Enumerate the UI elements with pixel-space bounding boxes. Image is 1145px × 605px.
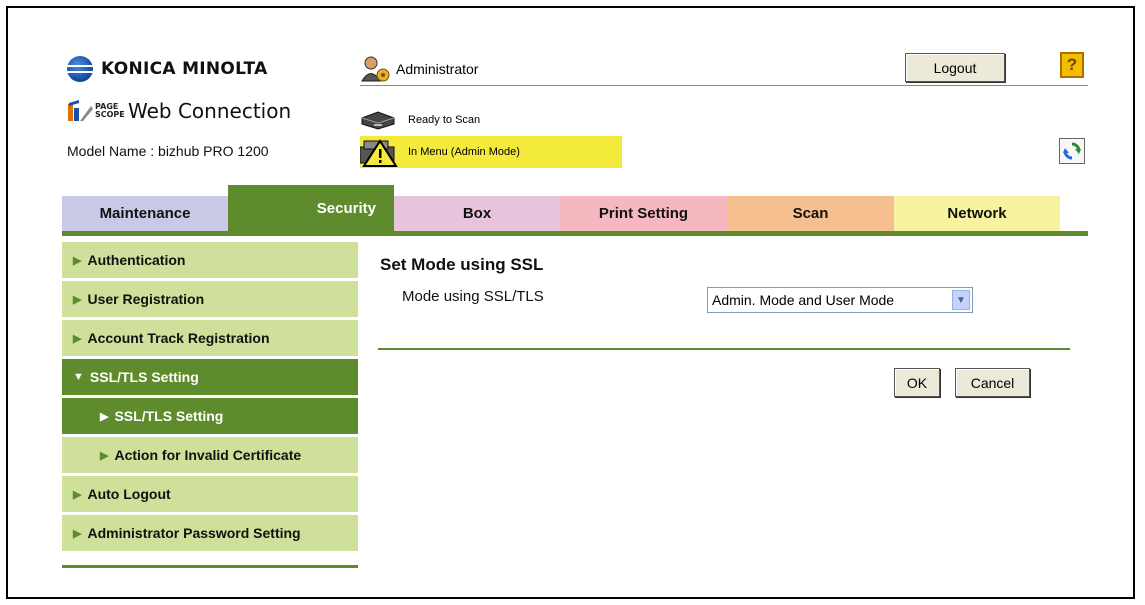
tab-maintenance[interactable]: Maintenance [62, 196, 228, 231]
scanner-status-text: Ready to Scan [408, 114, 481, 126]
pagescope-icon [68, 100, 93, 121]
tab-network[interactable]: Network [894, 196, 1060, 231]
warning-printer-icon [360, 139, 398, 167]
arrow-right-icon: ▶ [73, 332, 82, 345]
logout-button[interactable]: Logout [905, 53, 1005, 82]
ssl-mode-label: Mode using SSL/TLS [402, 288, 544, 305]
admin-label: Administrator [396, 61, 479, 77]
refresh-icon [1063, 142, 1081, 160]
sidebar-item-auto-logout[interactable]: ▶ Auto Logout [62, 476, 358, 512]
machine-status-text: In Menu (Admin Mode) [408, 146, 520, 158]
machine-status: In Menu (Admin Mode) [360, 136, 622, 168]
sidebar-item-label: Account Track Registration [87, 330, 270, 346]
globe-logo-icon [67, 56, 93, 82]
sidebar-item-ssl-tls-setting-group[interactable]: ▼ SSL/TLS Setting [62, 359, 358, 395]
administrator-icon [361, 56, 390, 82]
arrow-right-icon: ▶ [73, 293, 82, 306]
sidebar-item-label: Action for Invalid Certificate [114, 447, 302, 463]
sidebar-item-authentication[interactable]: ▶ Authentication [62, 242, 358, 278]
main-tabs: Maintenance Security Box Print Setting S… [62, 185, 1062, 231]
arrow-down-icon: ▼ [73, 371, 84, 383]
admin-indicator: Administrator [360, 56, 478, 82]
sidebar-item-user-registration[interactable]: ▶ User Registration [62, 281, 358, 317]
sidebar: ▶ Authentication ▶ User Registration ▶ Acco… [62, 242, 358, 554]
sidebar-item-account-track-registration[interactable]: ▶ Account Track Registration [62, 320, 358, 356]
pagescope-logo: PAGE SCOPE Web Connection [67, 99, 291, 123]
sidebar-item-label: SSL/TLS Setting [89, 369, 199, 385]
pagescope-small-label: PAGE SCOPE [95, 102, 125, 119]
sidebar-item-label: Auto Logout [87, 486, 171, 502]
arrow-right-icon: ▶ [100, 449, 109, 462]
sidebar-item-label: User Registration [87, 291, 205, 307]
product-title: Web Connection [128, 99, 292, 123]
model-name: Model Name : bizhub PRO 1200 [67, 143, 269, 159]
ssl-mode-select[interactable]: Admin. Mode and User Mode ▼ [707, 287, 973, 313]
scanner-status: Ready to Scan [360, 110, 480, 130]
tab-print-setting[interactable]: Print Setting [560, 196, 727, 231]
header-divider [360, 85, 1088, 86]
arrow-right-icon: ▶ [100, 410, 109, 423]
sidebar-item-administrator-password-setting[interactable]: ▶ Administrator Password Setting [62, 515, 358, 551]
ssl-mode-select-value: Admin. Mode and User Mode [712, 292, 895, 308]
refresh-button[interactable] [1059, 138, 1085, 164]
help-icon[interactable]: ? [1060, 52, 1084, 78]
content-divider [378, 348, 1070, 350]
arrow-right-icon: ▶ [73, 488, 82, 501]
arrow-right-icon: ▶ [73, 254, 82, 267]
ok-button[interactable]: OK [894, 368, 940, 397]
scanner-icon [361, 111, 395, 130]
brand-name: KONICA MINOLTA [101, 59, 268, 79]
konica-minolta-logo: KONICA MINOLTA [67, 54, 268, 84]
tab-underline [62, 231, 1088, 236]
sidebar-subitem-ssl-tls-setting[interactable]: ▶ SSL/TLS Setting [62, 398, 358, 434]
sidebar-item-label: SSL/TLS Setting [114, 408, 224, 424]
page-title: Set Mode using SSL [380, 255, 544, 274]
chevron-down-icon[interactable]: ▼ [952, 290, 970, 310]
arrow-right-icon: ▶ [73, 527, 82, 540]
tab-box[interactable]: Box [394, 196, 560, 231]
cancel-button[interactable]: Cancel [955, 368, 1030, 397]
tab-scan[interactable]: Scan [727, 196, 894, 231]
sidebar-item-label: Authentication [87, 252, 186, 268]
sidebar-bottom-rule [62, 565, 358, 568]
sidebar-subitem-action-for-invalid-certificate[interactable]: ▶ Action for Invalid Certificate [62, 437, 358, 473]
tab-security[interactable]: Security [228, 185, 394, 231]
sidebar-item-label: Administrator Password Setting [87, 525, 301, 541]
